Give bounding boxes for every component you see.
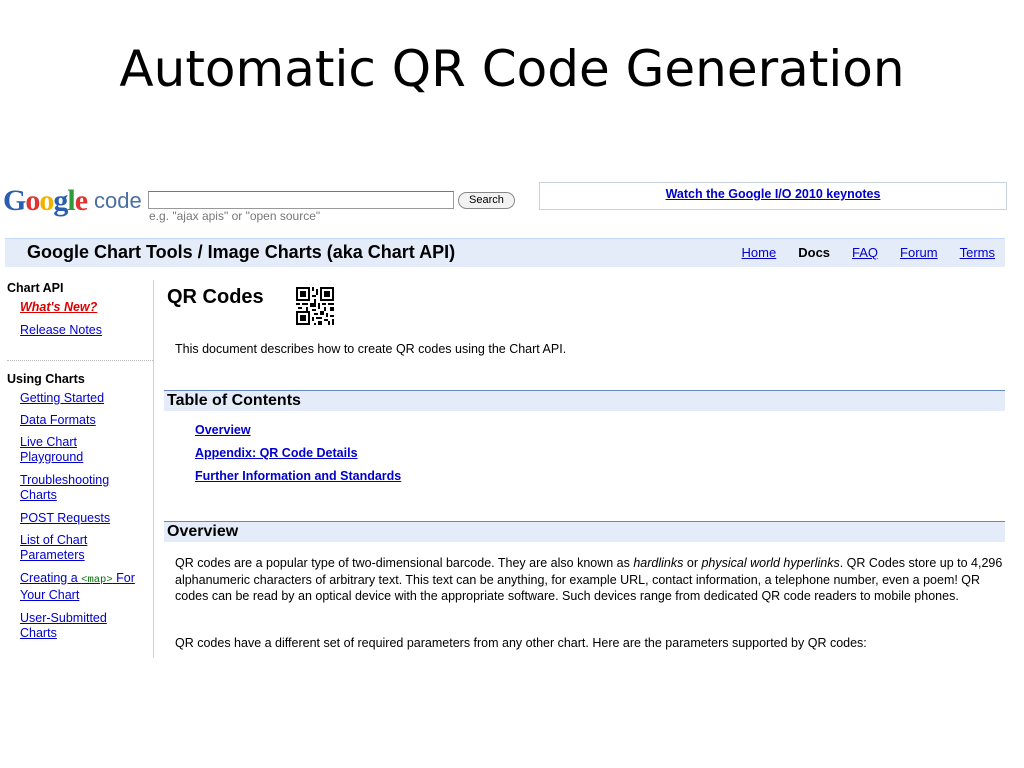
sidebar-item-line: Playground — [20, 450, 84, 464]
qr-code-icon — [296, 287, 334, 325]
search-hint: e.g. "ajax apis" or "open source" — [149, 209, 321, 223]
screenshot: Google code Search e.g. "ajax apis" or "… — [0, 176, 1008, 658]
sidebar-item-user-submitted[interactable]: User-Submitted Charts — [20, 611, 153, 641]
overview-title: Overview — [167, 523, 239, 540]
sidebar-item-line: List of Chart — [20, 533, 88, 547]
logo-suffix: code — [94, 188, 142, 213]
sidebar-item-line: Creating a <map> For — [20, 571, 153, 588]
nav-docs[interactable]: Docs — [798, 245, 830, 260]
sidebar-item-line: Troubleshooting — [20, 473, 110, 487]
sidebar-item-line: User-Submitted — [20, 611, 107, 625]
logo-letter: e — [74, 184, 88, 217]
sidebar-item-whats-new[interactable]: What's New? — [20, 300, 153, 315]
sidebar: Chart API What's New? Release Notes Usin… — [5, 280, 154, 658]
toc-header: Table of Contents — [164, 390, 1005, 411]
sidebar-item-creating-map[interactable]: Creating a <map> For Your Chart — [20, 571, 153, 603]
logo-letter: l — [67, 184, 75, 217]
sidebar-item-getting-started[interactable]: Getting Started — [20, 391, 153, 406]
nav-home[interactable]: Home — [742, 245, 777, 260]
overview-paragraph-2: QR codes have a different set of require… — [175, 636, 867, 650]
sidebar-item-live-chart[interactable]: Live Chart Playground — [20, 435, 153, 465]
page-title: QR Codes — [167, 286, 264, 308]
logo-letter: g — [53, 184, 68, 217]
paragraph-text: QR codes are a popular type of two-dimen… — [175, 556, 634, 570]
toc-title: Table of Contents — [167, 392, 301, 409]
toc-list: Overview Appendix: QR Code Details Furth… — [195, 419, 401, 488]
sidebar-item-line: Live Chart — [20, 435, 77, 449]
toc-link-further-info[interactable]: Further Information and Standards — [195, 465, 401, 488]
sidebar-item-line: Your Chart — [20, 588, 80, 602]
sidebar-divider — [7, 360, 153, 361]
sidebar-item-line: Charts — [20, 488, 57, 502]
title-bar: Google Chart Tools / Image Charts (aka C… — [5, 238, 1005, 267]
overview-paragraph-1: QR codes are a popular type of two-dimen… — [175, 555, 1003, 605]
nav-faq[interactable]: FAQ — [852, 245, 878, 260]
top-nav: Home Docs FAQ Forum Terms — [720, 245, 995, 260]
sidebar-item-line: Parameters — [20, 548, 85, 562]
emphasis-hyperlinks: physical world hyperlinks — [701, 556, 840, 570]
sidebar-heading-using-charts: Using Charts — [7, 372, 85, 386]
search-button[interactable]: Search — [458, 192, 515, 209]
search-input[interactable] — [148, 191, 454, 209]
toc-link-appendix[interactable]: Appendix: QR Code Details — [195, 442, 401, 465]
sidebar-text: For — [112, 571, 135, 585]
paragraph-text: or — [683, 556, 702, 570]
sidebar-text: Creating a — [20, 571, 82, 585]
toc-link-overview[interactable]: Overview — [195, 419, 401, 442]
sidebar-item-data-formats[interactable]: Data Formats — [20, 413, 153, 428]
nav-terms[interactable]: Terms — [960, 245, 995, 260]
promo-link[interactable]: Watch the Google I/O 2010 keynotes — [666, 187, 881, 201]
promo-box: Watch the Google I/O 2010 keynotes — [539, 182, 1007, 210]
logo-letter: o — [39, 184, 54, 217]
overview-header: Overview — [164, 521, 1005, 542]
intro-text: This document describes how to create QR… — [175, 342, 567, 356]
sidebar-item-chart-parameters[interactable]: List of Chart Parameters — [20, 533, 153, 563]
logo-letter: o — [25, 184, 40, 217]
nav-forum[interactable]: Forum — [900, 245, 938, 260]
sidebar-item-troubleshooting[interactable]: Troubleshooting Charts — [20, 473, 153, 503]
sidebar-heading-chart-api: Chart API — [7, 281, 64, 295]
sidebar-item-post-requests[interactable]: POST Requests — [20, 511, 153, 526]
google-logo[interactable]: Google — [3, 184, 88, 218]
sidebar-item-line: Charts — [20, 626, 57, 640]
slide-title: Automatic QR Code Generation — [119, 40, 905, 98]
emphasis-hardlinks: hardlinks — [633, 556, 684, 570]
sidebar-item-release-notes[interactable]: Release Notes — [20, 323, 153, 338]
logo-letter: G — [3, 184, 26, 217]
site-title: Google Chart Tools / Image Charts (aka C… — [27, 242, 456, 262]
map-code-tag: <map> — [81, 574, 113, 586]
